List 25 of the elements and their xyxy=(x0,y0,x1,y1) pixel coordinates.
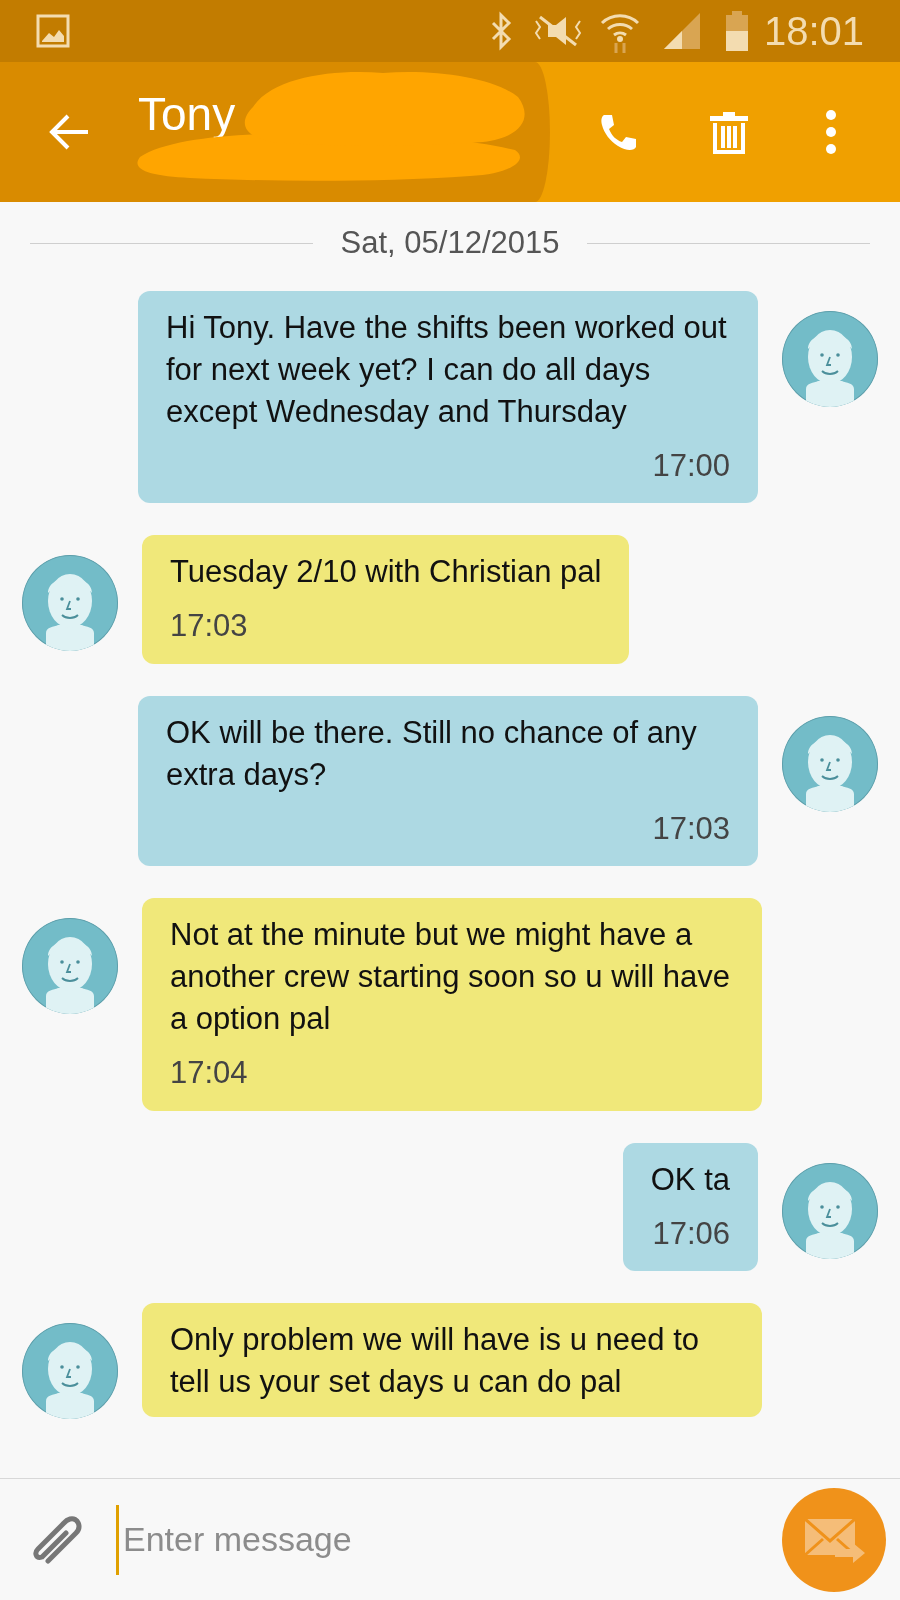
message-time: 17:03 xyxy=(652,809,730,848)
message-text: Not at the minute but we might have a another crew starting soon so u will have a option pal xyxy=(170,916,731,1038)
delete-icon[interactable] xyxy=(708,110,750,154)
battery-icon xyxy=(725,11,748,51)
avatar-icon xyxy=(20,553,120,653)
message-time: 17:06 xyxy=(652,1214,730,1253)
message-text: OK ta xyxy=(650,1160,730,1199)
gallery-icon xyxy=(36,14,70,48)
date-divider: Sat, 05/12/2015 xyxy=(339,224,561,262)
status-time: 18:01 xyxy=(763,8,864,55)
message-text: Tuesday 2/10 with Christian pal xyxy=(170,553,602,591)
message-text: Only problem we will have is u need to tell us your set days u can do pal xyxy=(170,1321,700,1401)
message-input[interactable]: Enter message xyxy=(119,1514,782,1565)
message-text: Hi Tony. Have the shifts been worked out for next week yet? I can do all days except Wednesday and Thursday xyxy=(166,308,728,431)
more-options-icon[interactable] xyxy=(824,109,838,155)
message-time: 17:03 xyxy=(170,607,248,645)
contact-name: Tony xyxy=(138,87,236,142)
avatar-icon xyxy=(20,1321,120,1421)
avatar-icon xyxy=(780,1160,880,1261)
message-time: 17:04 xyxy=(170,1054,248,1092)
avatar-icon xyxy=(20,916,120,1016)
avatar-icon xyxy=(780,308,880,409)
avatar-icon xyxy=(780,713,880,814)
message-text: OK will be there. Still no chance of any extra days? xyxy=(166,713,698,794)
message-time: 17:00 xyxy=(652,446,730,485)
